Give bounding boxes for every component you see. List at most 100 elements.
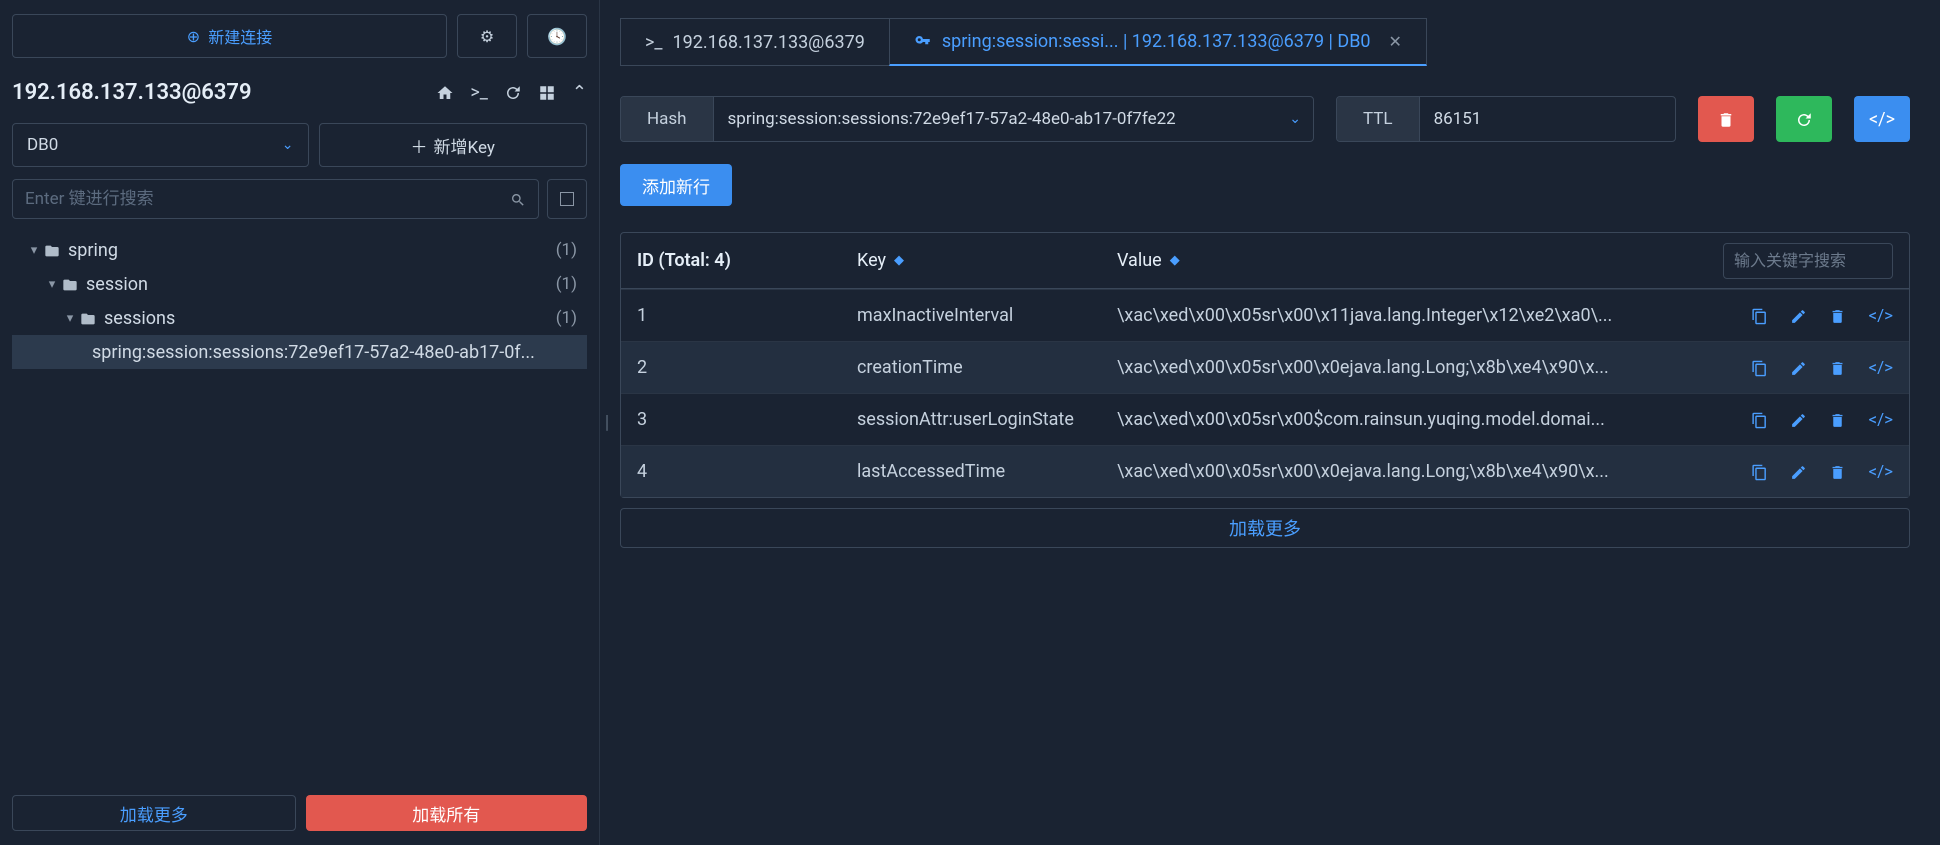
table-row[interactable]: 4lastAccessedTime\xac\xed\x00\x05sr\x00\… bbox=[621, 445, 1909, 497]
refresh-icon[interactable] bbox=[504, 82, 522, 103]
add-row-button[interactable]: 添加新行 bbox=[620, 164, 732, 206]
edit-icon[interactable] bbox=[1790, 306, 1807, 326]
key-tree: ▾spring(1)▾session(1)▾sessions(1) spring:… bbox=[12, 233, 587, 785]
cell-key: sessionAttr:userLoginState bbox=[857, 409, 1117, 430]
tab[interactable]: >_192.168.137.133@6379 bbox=[620, 18, 890, 66]
load-more-button[interactable]: 加载更多 bbox=[12, 795, 296, 831]
db-selector[interactable]: DB0 ⌄ bbox=[12, 123, 309, 167]
tree-node[interactable]: ▾session(1) bbox=[12, 267, 587, 301]
tabs: >_192.168.137.133@6379 spring:session:ses… bbox=[620, 18, 1910, 66]
code-view-button[interactable]: </> bbox=[1854, 96, 1910, 142]
main-panel: >_192.168.137.133@6379 spring:session:ses… bbox=[610, 0, 1940, 845]
edit-icon[interactable] bbox=[1790, 358, 1807, 378]
ttl-input[interactable] bbox=[1420, 109, 1670, 129]
chevron-down-icon: ▾ bbox=[24, 243, 44, 258]
chevron-down-icon: ⌄ bbox=[282, 137, 294, 153]
chevron-up-icon[interactable]: ⌃ bbox=[572, 82, 587, 103]
db-selected-label: DB0 bbox=[27, 135, 58, 155]
trash-icon[interactable] bbox=[1829, 358, 1846, 378]
table-search-input[interactable] bbox=[1723, 243, 1893, 279]
tree-node[interactable]: spring:session:sessions:72e9ef17-57a2-48… bbox=[12, 335, 587, 369]
trash-icon[interactable] bbox=[1829, 462, 1846, 482]
table-row[interactable]: 3sessionAttr:userLoginState\xac\xed\x00\… bbox=[621, 393, 1909, 445]
gear-icon: ⚙ bbox=[480, 27, 494, 46]
code-icon[interactable]: </> bbox=[1868, 358, 1893, 378]
cell-id: 2 bbox=[637, 357, 857, 378]
terminal-icon[interactable]: >_ bbox=[470, 82, 488, 103]
plus-icon: ＋ bbox=[411, 133, 428, 158]
cell-key: lastAccessedTime bbox=[857, 461, 1117, 482]
tree-node[interactable]: ▾spring(1) bbox=[12, 233, 587, 267]
plus-circle-icon: ⊕ bbox=[187, 27, 200, 46]
table-row[interactable]: 2creationTime\xac\xed\x00\x05sr\x00\x0ej… bbox=[621, 341, 1909, 393]
ttl-label: TTL bbox=[1337, 97, 1420, 141]
splitter[interactable]: || bbox=[600, 0, 610, 845]
delete-key-button[interactable] bbox=[1698, 96, 1754, 142]
close-icon[interactable]: ✕ bbox=[1389, 32, 1402, 51]
search-icon[interactable] bbox=[510, 190, 526, 209]
id-column-header: ID (Total: 4) bbox=[637, 250, 857, 271]
tab-label: spring:session:sessi... | 192.168.137.13… bbox=[942, 31, 1371, 52]
key-type-label: Hash bbox=[621, 97, 714, 141]
code-icon[interactable]: </> bbox=[1868, 410, 1893, 430]
trash-icon[interactable] bbox=[1829, 410, 1846, 430]
copy-icon[interactable] bbox=[1751, 410, 1768, 430]
square-icon bbox=[560, 192, 574, 206]
code-icon[interactable]: </> bbox=[1868, 306, 1893, 326]
chevron-down-icon: ▾ bbox=[60, 311, 80, 326]
table-load-more-button[interactable]: 加载更多 bbox=[620, 508, 1910, 548]
key-icon bbox=[914, 31, 932, 52]
tree-count: (1) bbox=[556, 308, 577, 328]
code-icon[interactable]: </> bbox=[1868, 462, 1893, 482]
terminal-icon: >_ bbox=[645, 32, 663, 53]
add-key-label: 新增Key bbox=[434, 133, 495, 158]
cell-key: maxInactiveInterval bbox=[857, 305, 1117, 326]
tab[interactable]: spring:session:sessi... | 192.168.137.13… bbox=[889, 18, 1427, 66]
grid-icon[interactable] bbox=[538, 82, 556, 103]
exact-match-toggle[interactable] bbox=[547, 179, 587, 219]
key-name-input[interactable] bbox=[714, 109, 1290, 129]
chevron-down-icon[interactable]: ⌄ bbox=[1289, 111, 1301, 127]
edit-icon[interactable] bbox=[1790, 410, 1807, 430]
refresh-key-button[interactable] bbox=[1776, 96, 1832, 142]
cell-key: creationTime bbox=[857, 357, 1117, 378]
code-icon: </> bbox=[1869, 109, 1895, 130]
copy-icon[interactable] bbox=[1751, 462, 1768, 482]
home-icon[interactable] bbox=[436, 82, 454, 103]
tree-count: (1) bbox=[556, 274, 577, 294]
copy-icon[interactable] bbox=[1751, 358, 1768, 378]
ttl-field-group: TTL ✕ ✓ bbox=[1336, 96, 1676, 142]
trash-icon bbox=[1717, 109, 1735, 130]
sidebar: ⊕ 新建连接 ⚙ 🕓 192.168.137.133@6379 >_ ⌃ DB0 bbox=[0, 0, 600, 845]
settings-button[interactable]: ⚙ bbox=[457, 14, 517, 58]
tree-node[interactable]: ▾sessions(1) bbox=[12, 301, 587, 335]
cell-value: \xac\xed\x00\x05sr\x00\x0ejava.lang.Long… bbox=[1117, 461, 1731, 482]
edit-icon[interactable] bbox=[1790, 462, 1807, 482]
cell-value: \xac\xed\x00\x05sr\x00\x11java.lang.Inte… bbox=[1117, 305, 1731, 326]
clock-icon: 🕓 bbox=[547, 27, 567, 46]
tree-count: (1) bbox=[556, 240, 577, 260]
cell-value: \xac\xed\x00\x05sr\x00$com.rainsun.yuqin… bbox=[1117, 409, 1731, 430]
connection-title: 192.168.137.133@6379 bbox=[12, 80, 252, 105]
history-button[interactable]: 🕓 bbox=[527, 14, 587, 58]
folder-icon bbox=[44, 241, 60, 260]
refresh-icon bbox=[1795, 109, 1813, 130]
search-box bbox=[12, 179, 539, 219]
trash-icon[interactable] bbox=[1829, 306, 1846, 326]
folder-icon bbox=[80, 309, 96, 328]
folder-icon bbox=[62, 275, 78, 294]
value-column-header[interactable]: Value◆ bbox=[1117, 250, 1723, 271]
key-column-header[interactable]: Key◆ bbox=[857, 250, 1117, 271]
sort-icon: ◆ bbox=[894, 253, 904, 268]
tree-label: spring:session:sessions:72e9ef17-57a2-48… bbox=[92, 342, 535, 363]
copy-icon[interactable] bbox=[1751, 306, 1768, 326]
cell-id: 1 bbox=[637, 305, 857, 326]
cell-id: 3 bbox=[637, 409, 857, 430]
search-input[interactable] bbox=[25, 189, 510, 209]
chevron-down-icon: ▾ bbox=[42, 277, 62, 292]
sort-icon: ◆ bbox=[1170, 253, 1180, 268]
add-key-button[interactable]: ＋ 新增Key bbox=[319, 123, 588, 167]
new-connection-button[interactable]: ⊕ 新建连接 bbox=[12, 14, 447, 58]
table-row[interactable]: 1maxInactiveInterval\xac\xed\x00\x05sr\x… bbox=[621, 289, 1909, 341]
load-all-button[interactable]: 加载所有 bbox=[306, 795, 588, 831]
